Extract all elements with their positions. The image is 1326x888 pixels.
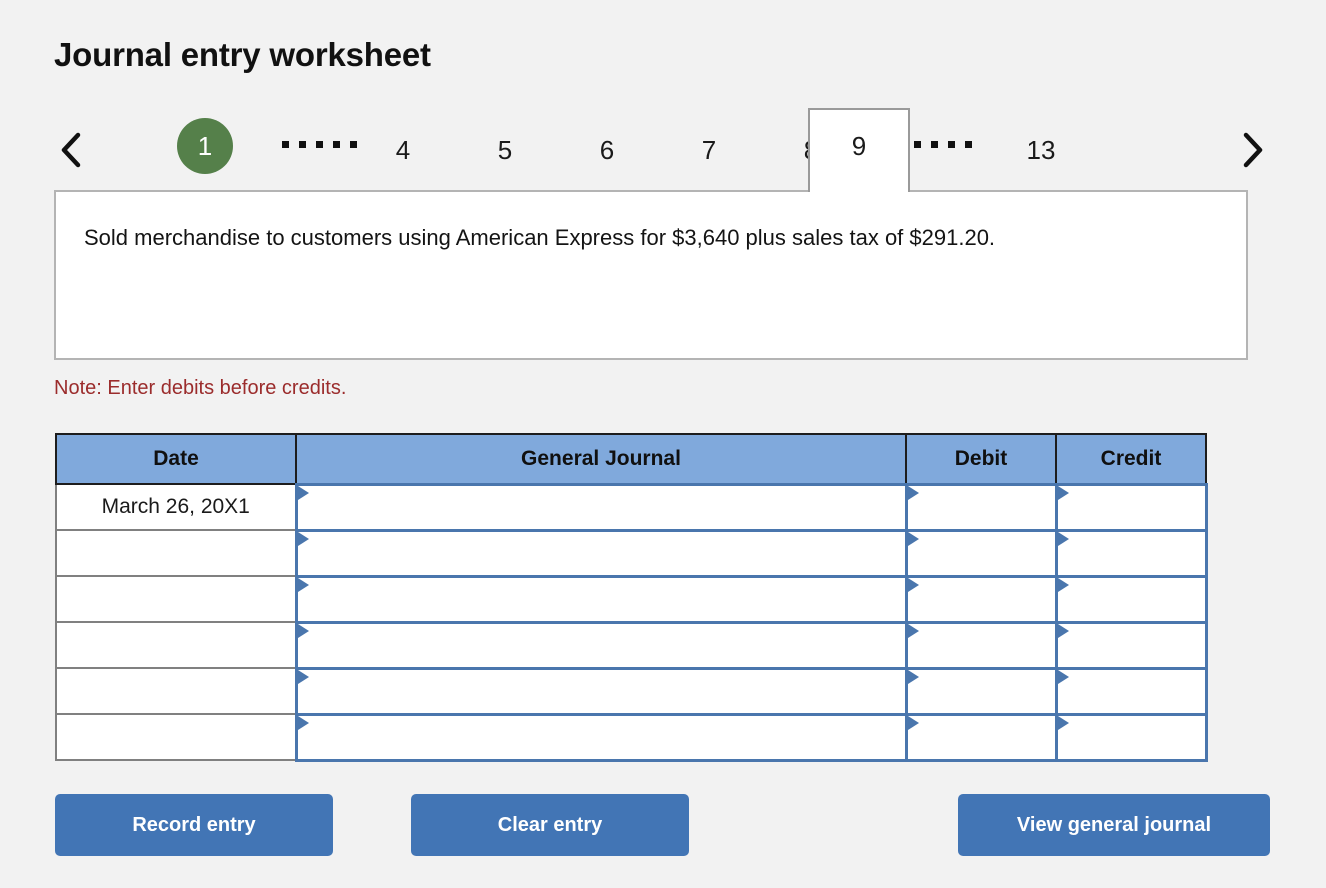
date-cell[interactable] <box>55 529 297 577</box>
dropdown-triangle-icon <box>297 577 309 592</box>
date-cell[interactable]: March 26, 20X1 <box>55 483 297 531</box>
date-cell[interactable] <box>55 621 297 669</box>
dropdown-triangle-icon <box>907 577 919 592</box>
dropdown-triangle-icon <box>297 715 309 730</box>
journal-entry-table: Date General Journal Debit Credit March … <box>55 433 1208 762</box>
dropdown-triangle-icon <box>297 669 309 684</box>
dropdown-triangle-icon <box>907 669 919 684</box>
tab-ellipsis-right <box>914 141 972 148</box>
table-row <box>55 712 1208 762</box>
dropdown-triangle-icon <box>1057 485 1069 500</box>
column-header-debit: Debit <box>905 433 1057 485</box>
credit-cell[interactable] <box>1054 482 1208 532</box>
tab-5[interactable]: 5 <box>476 124 534 176</box>
view-general-journal-button[interactable]: View general journal <box>958 794 1270 856</box>
general-journal-cell[interactable] <box>294 666 908 716</box>
tab-4-label: 4 <box>395 135 411 165</box>
date-cell[interactable] <box>55 713 297 761</box>
tab-9-label: 9 <box>851 131 867 161</box>
column-header-date: Date <box>55 433 297 485</box>
tab-13-label: 13 <box>1026 135 1056 165</box>
journal-entry-worksheet-page: Journal entry worksheet 1 4 5 6 7 9 13 S… <box>0 0 1326 888</box>
tab-6-label: 6 <box>599 135 615 165</box>
tab-9-active[interactable]: 9 <box>808 108 910 192</box>
dropdown-triangle-icon <box>907 715 919 730</box>
debit-cell[interactable] <box>904 482 1058 532</box>
dropdown-triangle-icon <box>907 623 919 638</box>
tab-13[interactable]: 13 <box>1002 124 1080 176</box>
clear-entry-button[interactable]: Clear entry <box>411 794 689 856</box>
debits-before-credits-note: Note: Enter debits before credits. <box>54 377 347 399</box>
credit-cell[interactable] <box>1054 712 1208 762</box>
credit-cell[interactable] <box>1054 528 1208 578</box>
tab-5-label: 5 <box>497 135 513 165</box>
column-header-general-journal: General Journal <box>295 433 907 485</box>
credit-cell[interactable] <box>1054 574 1208 624</box>
dropdown-triangle-icon <box>297 531 309 546</box>
tab-ellipsis-left <box>282 141 357 148</box>
table-row <box>55 666 1208 716</box>
table-row: March 26, 20X1 <box>55 482 1208 532</box>
transaction-description-text: Sold merchandise to customers using Amer… <box>84 225 996 250</box>
table-row <box>55 528 1208 578</box>
tab-6[interactable]: 6 <box>578 124 636 176</box>
debit-cell[interactable] <box>904 666 1058 716</box>
dropdown-triangle-icon <box>297 623 309 638</box>
dropdown-triangle-icon <box>1057 715 1069 730</box>
chevron-left-icon <box>59 131 83 169</box>
previous-entry-button[interactable] <box>54 125 88 175</box>
general-journal-cell[interactable] <box>294 574 908 624</box>
chevron-right-icon <box>1241 131 1265 169</box>
transaction-description-panel: Sold merchandise to customers using Amer… <box>54 190 1248 360</box>
next-entry-button[interactable] <box>1236 125 1270 175</box>
credit-cell[interactable] <box>1054 666 1208 716</box>
dropdown-triangle-icon <box>907 531 919 546</box>
credit-cell[interactable] <box>1054 620 1208 670</box>
table-row <box>55 620 1208 670</box>
tab-1[interactable]: 1 <box>177 118 233 174</box>
debit-cell[interactable] <box>904 712 1058 762</box>
tab-4[interactable]: 4 <box>374 124 432 176</box>
dropdown-triangle-icon <box>1057 669 1069 684</box>
dropdown-triangle-icon <box>1057 623 1069 638</box>
table-row <box>55 574 1208 624</box>
general-journal-cell[interactable] <box>294 712 908 762</box>
general-journal-cell[interactable] <box>294 482 908 532</box>
worksheet-tab-strip: 1 4 5 6 7 8 9 13 <box>54 108 1270 192</box>
debit-cell[interactable] <box>904 620 1058 670</box>
table-header-row: Date General Journal Debit Credit <box>55 433 1207 485</box>
date-cell[interactable] <box>55 667 297 715</box>
general-journal-cell[interactable] <box>294 620 908 670</box>
dropdown-triangle-icon <box>907 485 919 500</box>
dropdown-triangle-icon <box>1057 531 1069 546</box>
column-header-credit: Credit <box>1055 433 1207 485</box>
tab-7[interactable]: 7 <box>680 124 738 176</box>
tab-7-label: 7 <box>701 135 717 165</box>
date-cell[interactable] <box>55 575 297 623</box>
tab-1-label: 1 <box>197 131 213 161</box>
general-journal-cell[interactable] <box>294 528 908 578</box>
debit-cell[interactable] <box>904 528 1058 578</box>
debit-cell[interactable] <box>904 574 1058 624</box>
page-title: Journal entry worksheet <box>54 36 431 73</box>
record-entry-button[interactable]: Record entry <box>55 794 333 856</box>
dropdown-triangle-icon <box>1057 577 1069 592</box>
dropdown-triangle-icon <box>297 485 309 500</box>
